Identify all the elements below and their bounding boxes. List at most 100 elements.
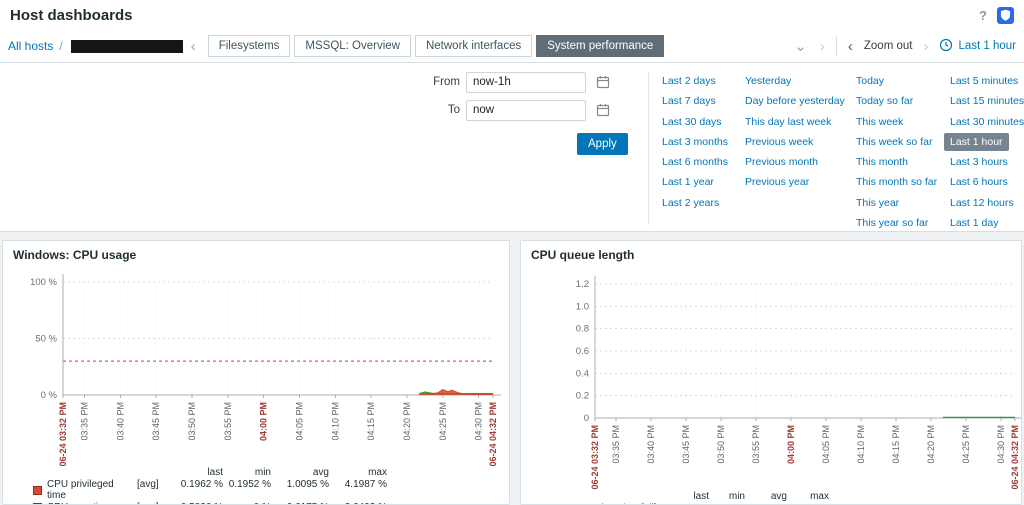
toolbar-divider <box>835 36 837 56</box>
time-link-last-1-hour[interactable]: Last 1 hour <box>944 132 1009 151</box>
svg-text:0 %: 0 % <box>41 390 58 401</box>
host-name-redacted[interactable] <box>70 39 183 53</box>
time-link-today[interactable]: Today <box>856 75 884 87</box>
legend-last: 0.5826 % <box>171 502 227 505</box>
svg-text:04:10 PM: 04:10 PM <box>330 402 340 441</box>
time-links-col-1: Last 2 days Last 7 days Last 30 days Last 3… <box>662 71 728 213</box>
svg-text:1.0: 1.0 <box>576 301 589 312</box>
widget-title: Windows: CPU usage <box>13 248 137 262</box>
breadcrumb-all-hosts[interactable]: All hosts <box>8 39 53 53</box>
svg-text:06-24 04:32 PM: 06-24 04:32 PM <box>488 402 498 466</box>
from-to-form: From To Apply <box>420 71 628 155</box>
time-link-previous-month[interactable]: Previous month <box>745 156 818 168</box>
svg-text:03:45 PM: 03:45 PM <box>151 402 161 441</box>
time-link-previous-year[interactable]: Previous year <box>745 176 809 188</box>
time-link-last-6-hours[interactable]: Last 6 hours <box>950 176 1008 188</box>
legend-last: 0.1962 % <box>180 478 223 490</box>
help-icon[interactable]: ? <box>979 8 987 23</box>
legend-min: 0 % <box>227 502 275 505</box>
svg-text:04:25 PM: 04:25 PM <box>961 425 971 464</box>
time-link-today-so-far[interactable]: Today so far <box>856 95 913 107</box>
time-back-icon[interactable]: ‹ <box>846 39 855 54</box>
time-links-col-3: Today Today so far This week This week so f… <box>856 71 937 233</box>
tab-mssql-overview[interactable]: MSSQL: Overview <box>294 35 411 57</box>
svg-text:03:35 PM: 03:35 PM <box>80 402 90 441</box>
time-link-last-2-days[interactable]: Last 2 days <box>662 75 716 87</box>
svg-text:03:55 PM: 03:55 PM <box>223 402 233 441</box>
from-input[interactable] <box>466 71 586 93</box>
svg-text:04:05 PM: 04:05 PM <box>821 425 831 464</box>
svg-text:06-24 03:32 PM: 06-24 03:32 PM <box>58 402 68 466</box>
clock-icon <box>939 38 953 55</box>
svg-text:04:30 PM: 04:30 PM <box>474 402 484 441</box>
next-dashboard-icon[interactable]: › <box>818 39 827 54</box>
svg-text:03:50 PM: 03:50 PM <box>187 402 197 441</box>
time-link-this-day-last-week[interactable]: This day last week <box>745 116 831 128</box>
time-link-last-2-years[interactable]: Last 2 years <box>662 197 719 209</box>
time-link-this-week[interactable]: This week <box>856 116 903 128</box>
legend-max: 2.0492 % <box>333 502 391 505</box>
dashboard-list-toggle-icon[interactable]: ⌄ <box>792 39 809 54</box>
time-link-last-12-hours[interactable]: Last 12 hours <box>950 197 1014 209</box>
svg-text:0.6: 0.6 <box>576 346 589 357</box>
time-forward-icon[interactable]: › <box>921 39 930 54</box>
time-link-this-week-so-far[interactable]: This week so far <box>856 136 932 148</box>
time-link-last-1-day[interactable]: Last 1 day <box>950 217 998 229</box>
tab-filesystems[interactable]: Filesystems <box>207 35 291 57</box>
svg-text:04:20 PM: 04:20 PM <box>402 402 412 441</box>
time-link-this-month-so-far[interactable]: This month so far <box>856 176 937 188</box>
time-range-toggle[interactable]: Last 1 hour <box>939 38 1016 55</box>
svg-text:04:00 PM: 04:00 PM <box>786 425 796 464</box>
legend-mode: [avg] <box>137 478 159 490</box>
svg-text:04:00 PM: 04:00 PM <box>259 402 269 441</box>
time-link-last-5-minutes[interactable]: Last 5 minutes <box>950 75 1018 87</box>
svg-text:03:35 PM: 03:35 PM <box>611 425 621 464</box>
legend-series-name: CPU user time <box>47 502 135 505</box>
graph-canvas[interactable]: 0 % 50 % 100 % 06-24 03:32 PM 03:35 PM 03:40 … <box>5 264 505 466</box>
extension-shield-icon[interactable] <box>997 6 1014 24</box>
to-calendar-icon[interactable] <box>592 99 614 121</box>
time-link-last-30-minutes[interactable]: Last 30 minutes <box>950 116 1024 128</box>
zoom-out-button[interactable]: Zoom out <box>864 40 913 52</box>
svg-text:04:25 PM: 04:25 PM <box>438 402 448 441</box>
tab-network-interfaces[interactable]: Network interfaces <box>414 35 533 57</box>
time-link-last-7-days[interactable]: Last 7 days <box>662 95 716 107</box>
svg-text:1.2: 1.2 <box>576 279 589 290</box>
from-label: From <box>433 76 460 88</box>
time-link-last-1-year[interactable]: Last 1 year <box>662 176 714 188</box>
to-input[interactable] <box>466 99 586 121</box>
time-link-day-before-yesterday[interactable]: Day before yesterday <box>745 95 845 107</box>
time-link-this-year[interactable]: This year <box>856 197 899 209</box>
svg-text:03:50 PM: 03:50 PM <box>716 425 726 464</box>
tabs-scroll-left-icon[interactable]: ‹ <box>189 39 198 54</box>
time-range-label: Last 1 hour <box>958 40 1016 52</box>
time-link-previous-week[interactable]: Previous week <box>745 136 813 148</box>
page-title: Host dashboards <box>10 6 133 24</box>
time-link-this-year-so-far[interactable]: This year so far <box>856 217 928 229</box>
time-filter-panel: From To Apply Last 2 daysLast 7 daysLast… <box>0 62 1024 232</box>
dashboard-grid: Windows: CPU usage 0 % 50 % 100 % 06-24 03:… <box>0 232 1024 505</box>
page-header: Host dashboards ? <box>0 0 1024 30</box>
graph-canvas[interactable]: 0 0.2 0.4 0.6 0.8 1.0 1.2 06-24 03:32 PM 03:35 P… <box>523 264 1022 490</box>
time-link-last-15-minutes[interactable]: Last 15 minutes <box>950 95 1024 107</box>
time-link-last-6-months[interactable]: Last 6 months <box>662 156 728 168</box>
time-link-yesterday[interactable]: Yesterday <box>745 75 791 87</box>
header-actions: ? <box>979 6 1014 24</box>
svg-text:03:55 PM: 03:55 PM <box>751 425 761 464</box>
tab-system-performance[interactable]: System performance <box>536 35 665 57</box>
time-link-last-3-hours[interactable]: Last 3 hours <box>950 156 1008 168</box>
legend-avg: 0.6175 % <box>275 502 333 505</box>
legend-header: max <box>368 467 387 478</box>
legend-header: avg <box>312 467 329 478</box>
time-link-this-month[interactable]: This month <box>856 156 908 168</box>
time-link-last-3-months[interactable]: Last 3 months <box>662 136 728 148</box>
time-link-last-30-days[interactable]: Last 30 days <box>662 116 722 128</box>
legend-header: avg <box>770 491 787 502</box>
svg-text:06-24 03:32 PM: 06-24 03:32 PM <box>590 425 600 490</box>
from-calendar-icon[interactable] <box>592 71 614 93</box>
widget-cpu-usage: Windows: CPU usage 0 % 50 % 100 % 06-24 03:… <box>2 240 510 505</box>
to-label: To <box>447 104 460 116</box>
graph-legend-grid: lastminavgmaxCPU queue length[all]0000 <box>533 491 1021 504</box>
apply-button[interactable]: Apply <box>577 133 628 155</box>
svg-text:04:10 PM: 04:10 PM <box>856 425 866 464</box>
